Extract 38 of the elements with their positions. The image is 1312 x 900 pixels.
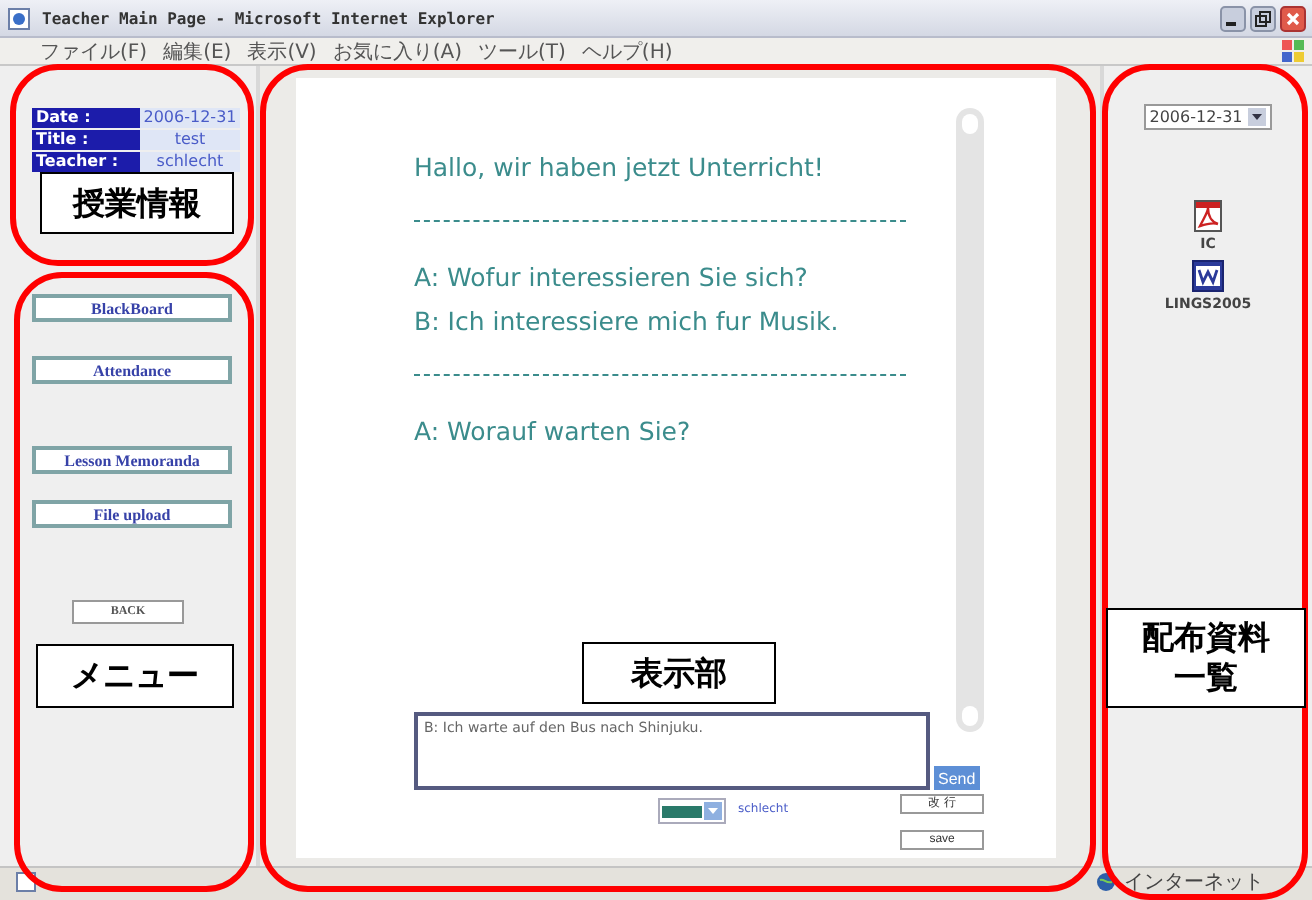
- dropdown-arrow-icon[interactable]: [1248, 108, 1267, 126]
- nav-button[interactable]: Attendance: [32, 356, 232, 384]
- restore-icon[interactable]: [1250, 5, 1276, 31]
- callout-label: メニュー: [36, 644, 234, 708]
- info-value: schlecht: [140, 152, 240, 172]
- minimize-icon[interactable]: [1220, 5, 1246, 31]
- word-icon[interactable]: [1191, 260, 1224, 292]
- info-label: Title :: [32, 130, 140, 150]
- globe-icon: [1096, 872, 1116, 892]
- window-title: Teacher Main Page - Microsoft Internet Explorer: [42, 9, 495, 27]
- menu-item[interactable]: お気に入り(A): [332, 37, 462, 65]
- chat-message: Hallo, wir haben jetzt Unterricht!: [414, 150, 826, 186]
- chat-message: A: Wofur interessieren Sie sich?: [414, 260, 810, 296]
- callout-label: 配布資料 一覧: [1106, 608, 1306, 708]
- close-icon[interactable]: [1280, 5, 1306, 31]
- info-label: Teacher :: [32, 152, 140, 172]
- zone-label: インターネット: [1124, 871, 1264, 893]
- nav-button[interactable]: BlackBoard: [32, 294, 232, 322]
- menu-item[interactable]: 表示(V): [247, 37, 317, 65]
- chat-message: A: Worauf warten Sie?: [414, 414, 693, 450]
- menu-item[interactable]: ヘルプ(H): [581, 37, 673, 65]
- windows-flag-icon: [1282, 40, 1304, 62]
- info-value: 2006-12-31: [140, 108, 240, 128]
- pdf-icon[interactable]: [1193, 200, 1222, 232]
- info-label: Date :: [32, 108, 140, 128]
- menu-item[interactable]: ツール(T): [478, 37, 566, 65]
- menu-item[interactable]: 編集(E): [163, 37, 232, 65]
- nav-button[interactable]: File upload: [32, 500, 232, 528]
- color-dropdown[interactable]: [658, 798, 726, 824]
- callout-label: 授業情報: [40, 172, 234, 234]
- date-dropdown[interactable]: 2006-12-31: [1143, 104, 1273, 130]
- callout-label: 表示部: [582, 642, 776, 704]
- chat-message: B: Ich interessiere mich fur Musik.: [414, 304, 841, 340]
- menu-item[interactable]: ファイル(F): [40, 37, 148, 65]
- info-value: test: [140, 130, 240, 150]
- page-icon: [8, 7, 30, 29]
- scroll-bar[interactable]: [956, 108, 984, 732]
- nav-button[interactable]: Lesson Memoranda: [32, 446, 232, 474]
